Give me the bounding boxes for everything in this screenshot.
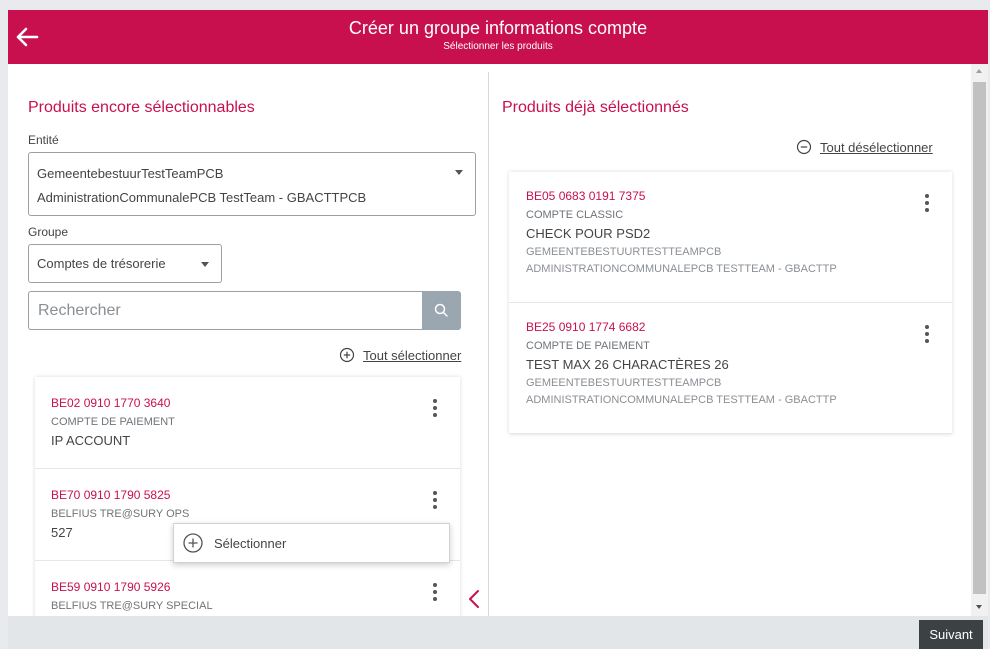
account-type: BELFIUS TRE@SURY SPECIAL (51, 600, 213, 612)
group-label: Groupe (28, 225, 69, 239)
select-menu-item[interactable]: Sélectionner (173, 523, 450, 563)
header-bar: Créer un groupe informations compte Séle… (8, 10, 988, 64)
search-button[interactable] (422, 291, 461, 330)
minus-circle-icon (796, 139, 812, 155)
list-item[interactable]: BE59 0910 1790 5926 BELFIUS TRE@SURY SPE… (35, 561, 460, 616)
caret-down-icon (455, 170, 463, 175)
account-type: COMPTE DE PAIEMENT (526, 340, 650, 352)
available-products-title: Produits encore sélectionnables (28, 99, 255, 116)
page-title: Créer un groupe informations compte (348, 18, 648, 38)
scroll-thumb[interactable] (973, 82, 986, 594)
account-number: BE05 0683 0191 7375 (526, 189, 646, 203)
account-entity: GEMEENTEBESTUURTESTTEAMPCB (526, 246, 722, 258)
selected-products-title: Produits déjà sélectionnés (502, 99, 689, 116)
account-entity: ADMINISTRATIONCOMMUNALEPCB TESTTEAM - GB… (526, 394, 837, 406)
account-entity: ADMINISTRATIONCOMMUNALEPCB TESTTEAM - GB… (526, 263, 837, 275)
deselect-all-label: Tout désélectionner (820, 139, 933, 155)
dialog: Créer un groupe informations compte Séle… (8, 10, 988, 649)
entity-select[interactable]: GemeentebestuurTestTeamPCB Administratio… (28, 152, 476, 216)
account-name: CHECK POUR PSD2 (526, 226, 651, 241)
select-menu-label: Sélectionner (214, 535, 287, 551)
list-item[interactable]: BE02 0910 1770 3640 COMPTE DE PAIEMENT I… (35, 377, 460, 469)
plus-circle-icon (339, 347, 355, 363)
select-all-link[interactable]: Tout sélectionner (339, 347, 461, 363)
account-type: COMPTE DE PAIEMENT (51, 416, 175, 428)
page-subtitle: Sélectionner les produits (443, 41, 553, 52)
selected-products-list: BE05 0683 0191 7375 COMPTE CLASSIC CHECK… (509, 172, 952, 434)
caret-down-icon (201, 262, 209, 267)
list-item[interactable]: BE25 0910 1774 6682 COMPTE DE PAIEMENT T… (509, 303, 952, 434)
account-number: BE25 0910 1774 6682 (526, 320, 646, 334)
account-name: TEST MAX 26 CHARACTÈRES 26 (526, 357, 729, 372)
kebab-icon[interactable] (923, 325, 931, 347)
account-entity: GEMEENTEBESTUURTESTTEAMPCB (526, 377, 722, 389)
select-all-label: Tout sélectionner (363, 347, 462, 363)
next-button[interactable]: Suivant (919, 620, 983, 649)
chevron-left-icon[interactable] (466, 588, 482, 610)
group-select-value: Comptes de trésorerie (37, 256, 166, 271)
search-input[interactable] (28, 291, 422, 330)
plus-circle-icon (183, 533, 203, 553)
deselect-all-link[interactable]: Tout désélectionner (796, 139, 933, 155)
list-item[interactable]: BE05 0683 0191 7375 COMPTE CLASSIC CHECK… (509, 172, 952, 303)
selected-products-panel: Produits déjà sélectionnés Tout désélect… (489, 64, 971, 616)
kebab-icon[interactable] (431, 399, 439, 421)
kebab-icon[interactable] (431, 583, 439, 605)
account-number: BE70 0910 1790 5825 (51, 488, 171, 502)
available-products-list: BE02 0910 1770 3640 COMPTE DE PAIEMENT I… (35, 377, 460, 616)
kebab-icon[interactable] (431, 491, 439, 513)
account-type: BELFIUS TRE@SURY OPS (51, 508, 190, 520)
account-number: BE59 0910 1790 5926 (51, 580, 171, 594)
search-icon (434, 303, 448, 317)
entity-label: Entité (28, 133, 59, 147)
available-products-panel: Produits encore sélectionnables Entité G… (8, 64, 488, 616)
scroll-up-icon[interactable] (976, 69, 982, 73)
scrollbar[interactable] (971, 64, 988, 616)
group-select[interactable]: Comptes de trésorerie (28, 244, 222, 283)
kebab-icon[interactable] (923, 194, 931, 216)
account-number: BE02 0910 1770 3640 (51, 396, 171, 410)
scroll-down-icon[interactable] (976, 605, 982, 609)
account-type: COMPTE CLASSIC (526, 209, 624, 221)
search-bar (28, 291, 461, 330)
account-name: IP ACCOUNT (51, 433, 131, 448)
entity-line1: GemeentebestuurTestTeamPCB (37, 166, 224, 181)
entity-line2: AdministrationCommunalePCB TestTeam - GB… (37, 190, 367, 205)
footer-bar: Suivant (8, 616, 988, 649)
